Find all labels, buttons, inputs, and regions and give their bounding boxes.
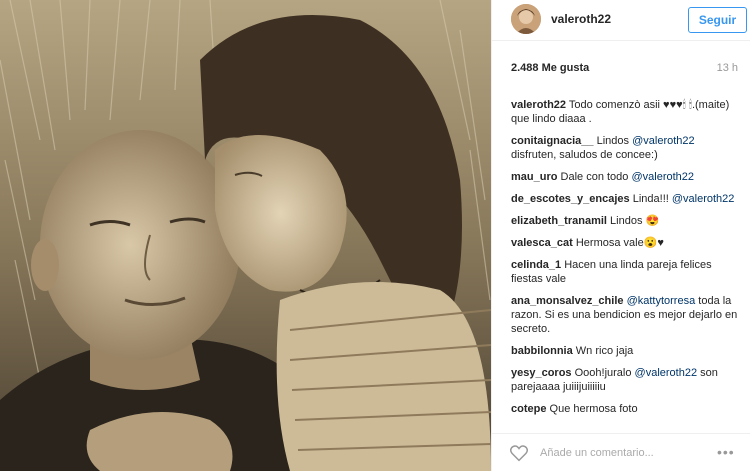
post-time: 13 h xyxy=(716,62,738,74)
likes-count[interactable]: 2.488 Me gusta xyxy=(511,62,589,74)
comment-mention[interactable]: @valeroth22 xyxy=(672,193,735,205)
comment-item: mau_uro Dale con todo @valeroth22 xyxy=(511,170,739,184)
comment-text: Linda!!! xyxy=(632,193,672,205)
comment-text: Lindos xyxy=(596,135,633,147)
follow-button[interactable]: Seguir xyxy=(688,7,747,33)
comment-username[interactable]: valesca_cat xyxy=(511,237,573,249)
comment-text: disfruten, saludos de concee:) xyxy=(511,149,658,161)
comment-text: Wn rico jaja xyxy=(575,345,634,357)
comment-username[interactable]: de_escotes_y_encajes xyxy=(511,193,630,205)
comment-text: Lindos 😍 xyxy=(610,215,660,227)
comment-username[interactable]: celinda_1 xyxy=(511,259,561,271)
comment-item: conitaignacia__ Lindos @valeroth22 disfr… xyxy=(511,134,739,162)
avatar[interactable] xyxy=(511,4,541,34)
post-stats: 2.488 Me gusta 13 h xyxy=(492,62,750,82)
comment-username[interactable]: conitaignacia__ xyxy=(511,135,594,147)
comment-text: Que hermosa foto xyxy=(549,403,638,415)
comment-item: valeroth22 Todo comenzò asii ♥♥♥🕯 🕯.(mai… xyxy=(511,98,739,126)
comment-mention[interactable]: @kattytorresa xyxy=(627,295,696,307)
comment-mention[interactable]: @valeroth22 xyxy=(632,135,695,147)
comment-username[interactable]: mau_uro xyxy=(511,171,557,183)
comment-item: elizabeth_tranamil Lindos 😍 xyxy=(511,214,739,228)
comment-text: Dale con todo xyxy=(560,171,632,183)
comment-text: Oooh!juralo xyxy=(574,367,635,379)
comment-username[interactable]: cotepe xyxy=(511,403,546,415)
comment-item: valesca_cat Hermosa vale😮♥ xyxy=(511,236,739,250)
comments-list: valeroth22 Todo comenzò asii ♥♥♥🕯 🕯.(mai… xyxy=(511,98,739,424)
post-photo[interactable] xyxy=(0,0,491,471)
comment-username[interactable]: ana_monsalvez_chile xyxy=(511,295,624,307)
post-photo-image xyxy=(0,0,491,471)
post-side-panel: valeroth22 Seguir 2.488 Me gusta 13 h va… xyxy=(491,0,750,471)
more-options-icon[interactable]: ••• xyxy=(717,445,735,459)
comment-username[interactable]: valeroth22 xyxy=(511,99,566,111)
heart-outline-icon[interactable] xyxy=(509,444,529,462)
post-header: valeroth22 Seguir xyxy=(492,0,750,41)
comment-input[interactable] xyxy=(540,443,690,463)
comment-item: babbilonnia Wn rico jaja xyxy=(511,344,739,358)
post-footer: ••• xyxy=(492,433,750,472)
comment-mention[interactable]: @valeroth22 xyxy=(635,367,698,379)
comment-username[interactable]: yesy_coros xyxy=(511,367,572,379)
comment-text: Hermosa vale😮♥ xyxy=(575,237,664,249)
avatar-image xyxy=(511,4,541,34)
instagram-post: valeroth22 Seguir 2.488 Me gusta 13 h va… xyxy=(0,0,750,471)
comment-mention[interactable]: @valeroth22 xyxy=(631,171,694,183)
comment-item: celinda_1 Hacen una linda pareja felices… xyxy=(511,258,739,286)
comment-item: de_escotes_y_encajes Linda!!! @valeroth2… xyxy=(511,192,739,206)
comment-item: yesy_coros Oooh!juralo @valeroth22 son p… xyxy=(511,366,739,394)
comment-item: ana_monsalvez_chile @kattytorresa toda l… xyxy=(511,294,739,336)
header-username[interactable]: valeroth22 xyxy=(551,12,611,26)
comment-item: cotepe Que hermosa foto xyxy=(511,402,739,416)
comment-username[interactable]: babbilonnia xyxy=(511,345,573,357)
comment-username[interactable]: elizabeth_tranamil xyxy=(511,215,607,227)
